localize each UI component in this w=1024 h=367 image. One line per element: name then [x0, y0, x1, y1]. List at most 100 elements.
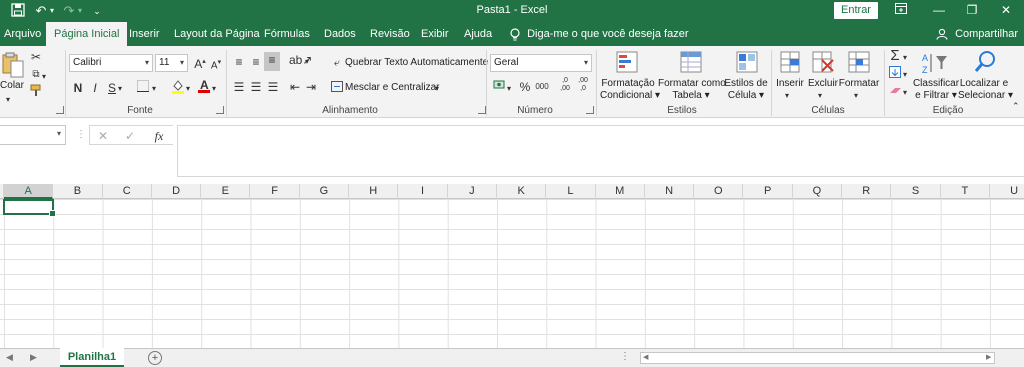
borders-dropdown-icon[interactable]: ▾: [152, 81, 156, 97]
column-header[interactable]: I: [398, 184, 448, 199]
decrease-indent-icon[interactable]: ⇤: [288, 79, 302, 95]
clear-dropdown-icon[interactable]: ▾: [903, 85, 907, 101]
align-middle-icon[interactable]: ≡: [249, 54, 263, 70]
column-header[interactable]: J: [448, 184, 497, 199]
font-color-icon[interactable]: A: [197, 78, 211, 97]
alignment-launcher-icon[interactable]: [478, 106, 486, 114]
increase-indent-icon[interactable]: ⇥: [304, 79, 318, 95]
format-dropdown-icon[interactable]: ▾: [854, 88, 858, 104]
underline-dropdown-icon[interactable]: ▾: [118, 81, 122, 97]
enter-icon[interactable]: ✓: [123, 128, 137, 144]
column-header[interactable]: F: [251, 184, 300, 199]
copy-dropdown-icon[interactable]: ▾: [42, 69, 46, 85]
conditional-formatting-label-2[interactable]: Condicional ▾: [600, 90, 660, 102]
column-header[interactable]: H: [349, 184, 399, 199]
number-launcher-icon[interactable]: [586, 106, 594, 114]
format-as-table-label-2[interactable]: Tabela ▾: [658, 90, 724, 102]
formula-bar-dots-icon[interactable]: ⋮: [76, 127, 86, 143]
tab-ajuda[interactable]: Ajuda: [464, 22, 492, 46]
format-cells-icon[interactable]: [848, 51, 870, 76]
decrease-decimal-button[interactable]: ,00 ,0: [576, 77, 590, 93]
column-header[interactable]: K: [497, 184, 547, 199]
autosum-icon[interactable]: Σ: [888, 48, 902, 64]
tab-layout-da-pagina[interactable]: Layout da Página: [174, 22, 260, 46]
shrink-font-button[interactable]: A▾: [209, 55, 223, 74]
column-header[interactable]: O: [694, 184, 744, 199]
hscroll-left-icon[interactable]: ◀: [643, 353, 648, 361]
name-box[interactable]: ▾: [0, 125, 66, 145]
delete-cells-icon[interactable]: [812, 51, 834, 76]
horizontal-scrollbar[interactable]: ◀ ▶: [640, 352, 995, 364]
restore-icon[interactable]: ❐: [958, 1, 986, 19]
share-button[interactable]: Compartilhar: [936, 22, 1018, 46]
column-header[interactable]: G: [300, 184, 350, 199]
delete-dropdown-icon[interactable]: ▾: [818, 88, 822, 104]
cell-styles-icon[interactable]: [736, 51, 758, 76]
format-painter-icon[interactable]: [28, 84, 44, 101]
insert-function-icon[interactable]: fx: [152, 128, 166, 144]
cancel-icon[interactable]: ✕: [96, 128, 110, 144]
scroll-right-icon[interactable]: ▶: [30, 352, 37, 363]
cell-styles-label-2[interactable]: Célula ▾: [724, 90, 768, 102]
tab-arquivo[interactable]: Arquivo: [4, 22, 41, 46]
paste-icon[interactable]: [2, 52, 24, 81]
formula-input[interactable]: [177, 125, 1024, 177]
cell-styles-label-1[interactable]: Estilos de: [724, 78, 768, 90]
tab-revisao[interactable]: Revisão: [370, 22, 410, 46]
delete-cells-button[interactable]: Excluir: [806, 78, 840, 90]
collapse-ribbon-icon[interactable]: ⌃: [1012, 98, 1020, 114]
align-top-icon[interactable]: ≡: [232, 54, 246, 70]
merge-center-icon[interactable]: [330, 80, 344, 96]
sort-filter-label-1[interactable]: Classificar: [912, 78, 960, 90]
tab-inserir[interactable]: Inserir: [129, 22, 160, 46]
accounting-dropdown-icon[interactable]: ▾: [507, 81, 511, 97]
font-launcher-icon[interactable]: [216, 106, 224, 114]
tab-exibir[interactable]: Exibir: [421, 22, 449, 46]
font-size-select[interactable]: 11 ▾: [155, 54, 188, 72]
column-header[interactable]: R: [842, 184, 892, 199]
find-select-label-2[interactable]: Selecionar ▾: [958, 90, 1013, 102]
thousands-button[interactable]: 000: [534, 79, 550, 95]
ribbon-display-icon[interactable]: [887, 1, 915, 19]
percent-button[interactable]: %: [518, 79, 532, 95]
fill-color-icon[interactable]: [170, 79, 186, 98]
column-header[interactable]: C: [103, 184, 152, 199]
tab-dados[interactable]: Dados: [324, 22, 356, 46]
tab-split-handle[interactable]: ⋮: [620, 351, 630, 362]
sort-filter-label-2[interactable]: e Filtrar ▾: [912, 90, 960, 102]
clear-icon[interactable]: [888, 84, 902, 100]
fill-icon[interactable]: [888, 66, 902, 82]
insert-cells-button[interactable]: Inserir: [774, 78, 806, 90]
fill-color-dropdown-icon[interactable]: ▾: [186, 81, 190, 97]
conditional-formatting-icon[interactable]: [616, 51, 638, 76]
column-header[interactable]: A: [4, 184, 54, 199]
paste-label[interactable]: Colar: [0, 80, 24, 92]
align-center-icon[interactable]: ☰: [249, 79, 263, 95]
merge-center-button[interactable]: Mesclar e Centralizar: [345, 82, 439, 94]
active-cell[interactable]: [3, 199, 56, 217]
borders-icon[interactable]: [136, 80, 150, 96]
column-header[interactable]: M: [596, 184, 645, 199]
cell-area[interactable]: [0, 199, 1024, 348]
orientation-icon[interactable]: ab↗: [289, 52, 312, 68]
wrap-text-button[interactable]: Quebrar Texto Automaticamente: [345, 57, 488, 69]
merge-dropdown-icon[interactable]: ▾: [435, 81, 439, 97]
tab-pagina-inicial[interactable]: Página Inicial: [46, 22, 128, 46]
insert-dropdown-icon[interactable]: ▾: [785, 88, 789, 104]
column-header[interactable]: Q: [793, 184, 843, 199]
insert-cells-icon[interactable]: [780, 51, 800, 76]
paste-dropdown-icon[interactable]: ▾: [6, 92, 10, 108]
scroll-left-icon[interactable]: ◀: [6, 352, 13, 363]
sheet-tab[interactable]: Planilha1: [60, 348, 124, 367]
format-cells-button[interactable]: Formatar: [838, 78, 880, 90]
column-header[interactable]: P: [744, 184, 793, 199]
number-format-select[interactable]: Geral ▾: [490, 54, 592, 72]
fill-dropdown-icon[interactable]: ▾: [903, 67, 907, 83]
underline-button[interactable]: S: [106, 80, 118, 96]
column-header[interactable]: U: [990, 184, 1024, 199]
worksheet-grid[interactable]: ABCDEFGHIJKLMNOPQRSTU: [0, 184, 1024, 348]
find-select-label-1[interactable]: Localizar e: [958, 78, 1010, 90]
column-header[interactable]: T: [941, 184, 990, 199]
minimize-icon[interactable]: —: [925, 1, 953, 19]
column-header[interactable]: N: [645, 184, 695, 199]
